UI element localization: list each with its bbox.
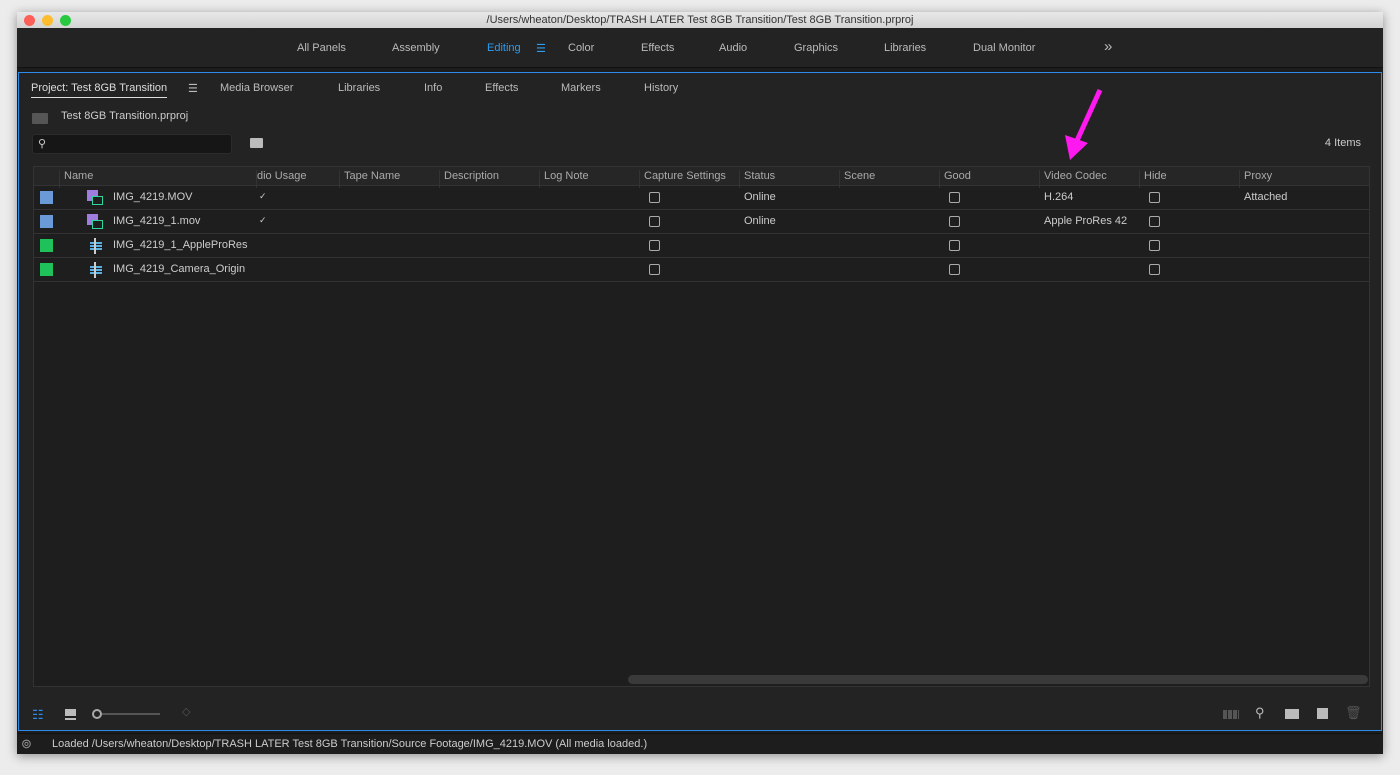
capture-settings-checkbox[interactable] [649, 192, 660, 203]
find-icon[interactable]: ⚲ [1255, 705, 1265, 721]
project-list: Name dio Usage Tape Name Description Log… [33, 166, 1370, 687]
list-view-icon[interactable]: ☷ [32, 707, 44, 723]
zoom-slider-handle[interactable] [92, 709, 102, 719]
new-item-icon[interactable] [1317, 708, 1328, 719]
table-row[interactable]: IMG_4219.MOV ✓ Online H.264 Attached [34, 186, 1369, 210]
good-checkbox[interactable] [949, 240, 960, 251]
sequence-icon [87, 262, 103, 278]
title-bar: /Users/wheaton/Desktop/TRASH LATER Test … [17, 12, 1383, 28]
table-row[interactable]: IMG_4219_Camera_Origin [34, 258, 1369, 282]
video-codec-cell: H.264 [1044, 191, 1074, 203]
label-color-swatch[interactable] [40, 239, 53, 252]
audio-usage: ✓ [259, 191, 267, 201]
workspace-graphics[interactable]: Graphics [794, 42, 838, 54]
workspace-menu-icon[interactable]: ☰ [536, 42, 546, 55]
workspace-editing[interactable]: Editing [487, 42, 521, 54]
zoom-button[interactable] [60, 15, 71, 26]
table-row[interactable]: IMG_4219_1.mov ✓ Online Apple ProRes 42 [34, 210, 1369, 234]
workspace-all-panels[interactable]: All Panels [297, 42, 346, 54]
good-checkbox[interactable] [949, 192, 960, 203]
column-header-row: Name dio Usage Tape Name Description Log… [34, 167, 1369, 188]
tab-history[interactable]: History [644, 82, 678, 94]
sort-icon[interactable]: ◇ [182, 705, 190, 718]
status-bar: ⊚ Loaded /Users/wheaton/Desktop/TRASH LA… [17, 733, 1383, 754]
clip-icon [87, 214, 103, 230]
tab-media-browser[interactable]: Media Browser [220, 82, 293, 94]
capture-settings-checkbox[interactable] [649, 240, 660, 251]
horizontal-scrollbar[interactable] [628, 675, 1368, 684]
video-codec-cell: Apple ProRes 42 [1044, 215, 1128, 227]
minimize-button[interactable] [42, 15, 53, 26]
overflow-chevron-icon[interactable]: » [1104, 38, 1112, 55]
search-icon: ⚲ [38, 138, 47, 150]
automate-to-sequence-icon[interactable] [1223, 710, 1239, 719]
annotation-arrow [1065, 88, 1103, 160]
audio-usage: ✓ [259, 215, 267, 225]
creative-cloud-icon: ⊚ [21, 736, 32, 751]
tab-project[interactable]: Project: Test 8GB Transition [31, 82, 168, 98]
project-panel: Project: Test 8GB Transition ☰ Media Bro… [18, 72, 1382, 731]
clip-name[interactable]: IMG_4219.MOV [113, 191, 192, 203]
hide-checkbox[interactable] [1149, 192, 1160, 203]
tab-markers[interactable]: Markers [561, 82, 601, 94]
capture-settings-checkbox[interactable] [649, 216, 660, 227]
zoom-slider[interactable] [102, 713, 160, 715]
hide-checkbox[interactable] [1149, 216, 1160, 227]
workspace-effects[interactable]: Effects [641, 42, 674, 54]
hide-checkbox[interactable] [1149, 240, 1160, 251]
close-button[interactable] [24, 15, 35, 26]
clip-name[interactable]: IMG_4219_1.mov [113, 215, 200, 227]
good-checkbox[interactable] [949, 264, 960, 275]
workspace-libraries[interactable]: Libraries [884, 42, 926, 54]
clip-name[interactable]: IMG_4219_1_AppleProRes [113, 239, 248, 251]
label-color-swatch[interactable] [40, 215, 53, 228]
panel-menu-icon[interactable]: ☰ [188, 82, 198, 95]
label-color-swatch[interactable] [40, 191, 53, 204]
tab-libraries[interactable]: Libraries [338, 82, 380, 94]
workspace-bar: All Panels Assembly Editing ☰ Color Effe… [17, 28, 1383, 68]
sequence-icon [87, 238, 103, 254]
good-checkbox[interactable] [949, 216, 960, 227]
trash-icon[interactable]: 🗑 [1345, 705, 1362, 721]
window-title: /Users/wheaton/Desktop/TRASH LATER Test … [486, 14, 914, 26]
app-window: /Users/wheaton/Desktop/TRASH LATER Test … [17, 12, 1383, 754]
search-input[interactable]: ⚲ [32, 134, 232, 154]
tab-info[interactable]: Info [424, 82, 442, 94]
new-bin-icon[interactable] [1285, 709, 1299, 719]
workspace-dual-monitor[interactable]: Dual Monitor [973, 42, 1035, 54]
clip-icon [87, 190, 103, 206]
project-folder-icon [32, 113, 48, 124]
status-cell: Online [744, 191, 776, 203]
label-color-swatch[interactable] [40, 263, 53, 276]
status-text: Loaded /Users/wheaton/Desktop/TRASH LATE… [52, 738, 648, 750]
clip-name[interactable]: IMG_4219_Camera_Origin [113, 263, 245, 275]
tab-effects[interactable]: Effects [485, 82, 518, 94]
workspace-audio[interactable]: Audio [719, 42, 747, 54]
hide-checkbox[interactable] [1149, 264, 1160, 275]
status-cell: Online [744, 215, 776, 227]
item-count: 4 Items [1324, 137, 1361, 149]
project-file-name: Test 8GB Transition.prproj [61, 110, 189, 122]
new-search-bin-icon[interactable] [250, 138, 263, 148]
proxy-cell: Attached [1244, 191, 1288, 203]
workspace-color[interactable]: Color [568, 42, 594, 54]
icon-view-icon[interactable] [65, 709, 76, 718]
capture-settings-checkbox[interactable] [649, 264, 660, 275]
table-row[interactable]: IMG_4219_1_AppleProRes [34, 234, 1369, 258]
workspace-assembly[interactable]: Assembly [392, 42, 440, 54]
